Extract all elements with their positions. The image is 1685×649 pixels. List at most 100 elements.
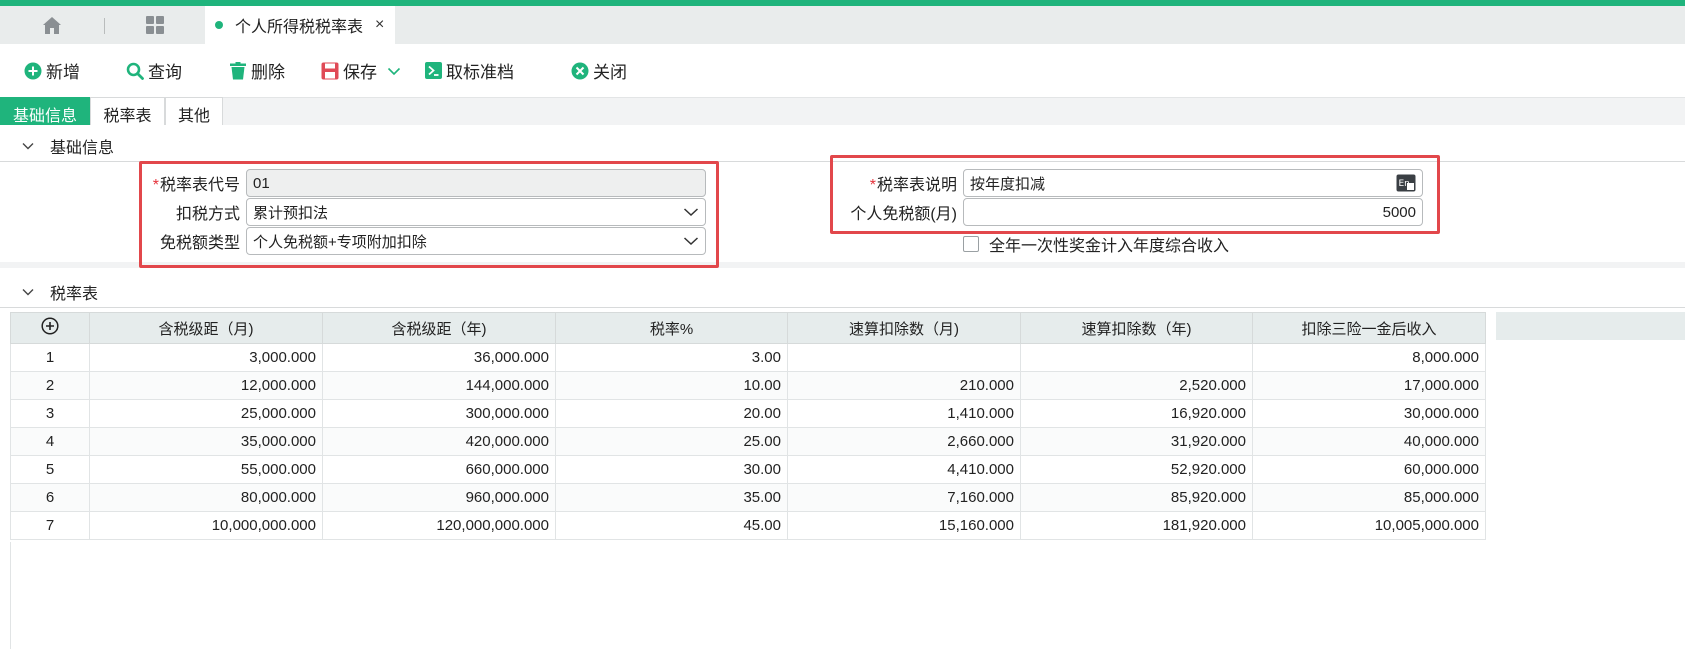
table-cell[interactable]: 40,000.000 bbox=[1252, 427, 1486, 456]
toolbar: 新增 查询 删除 保存 取标准档 关闭 bbox=[0, 44, 1685, 98]
table-cell[interactable]: 144,000.000 bbox=[322, 371, 556, 400]
row-index-cell: 4 bbox=[10, 427, 90, 456]
table-cell[interactable]: 31,920.000 bbox=[1020, 427, 1253, 456]
table-cell[interactable] bbox=[787, 343, 1021, 372]
add-label: 新增 bbox=[46, 63, 80, 82]
delete-label: 删除 bbox=[251, 63, 285, 82]
bonus-checkbox-row: 全年一次性奖金计入年度综合收入 bbox=[963, 232, 1229, 256]
column-header: 速算扣除数（月) bbox=[787, 312, 1021, 344]
table-cell[interactable]: 36,000.000 bbox=[322, 343, 556, 372]
rate-table: 含税级距（月) 含税级距（年) 税率% 速算扣除数（月) 速算扣除数（年) 扣除… bbox=[10, 312, 1486, 540]
tab-tax-rate-table[interactable]: 个人所得税税率表 × bbox=[205, 6, 395, 44]
table-cell[interactable]: 960,000.000 bbox=[322, 483, 556, 512]
close-tab-icon[interactable]: × bbox=[375, 16, 384, 34]
table-row[interactable]: 3 25,000.000 300,000.000 20.00 1,410.000 16,9… bbox=[10, 399, 1486, 428]
table-cell[interactable] bbox=[1020, 343, 1253, 372]
table-row[interactable]: 6 80,000.000 960,000.000 35.00 7,160.000 85,9… bbox=[10, 483, 1486, 512]
table-cell[interactable]: 35,000.000 bbox=[89, 427, 323, 456]
table-cell[interactable]: 30.00 bbox=[555, 455, 788, 484]
table-cell[interactable]: 45.00 bbox=[555, 511, 788, 540]
chevron-down-icon bbox=[22, 143, 34, 150]
table-cell[interactable]: 2,660.000 bbox=[787, 427, 1021, 456]
terminal-icon bbox=[425, 62, 442, 79]
add-row-button[interactable] bbox=[10, 312, 90, 344]
table-header-row: 含税级距（月) 含税级距（年) 税率% 速算扣除数（月) 速算扣除数（年) 扣除… bbox=[10, 312, 1486, 344]
table-cell[interactable]: 3.00 bbox=[555, 343, 788, 372]
table-cell[interactable]: 17,000.000 bbox=[1252, 371, 1486, 400]
section-title: 税率表 bbox=[50, 286, 99, 303]
plus-circle-icon bbox=[24, 62, 42, 79]
table-cell[interactable]: 7,160.000 bbox=[787, 483, 1021, 512]
tab-bar: 个人所得税税率表 × bbox=[0, 6, 1685, 44]
close-label: 关闭 bbox=[593, 63, 627, 82]
table-row[interactable]: 7 10,000,000.000 120,000,000.000 45.00 15,16… bbox=[10, 511, 1486, 540]
row-index-cell: 1 bbox=[10, 343, 90, 372]
table-cell[interactable]: 2,520.000 bbox=[1020, 371, 1253, 400]
table-cell[interactable]: 10,000,000.000 bbox=[89, 511, 323, 540]
table-cell[interactable]: 16,920.000 bbox=[1020, 399, 1253, 428]
unstandard-button[interactable]: 取标准档 bbox=[425, 44, 514, 97]
table-cell[interactable]: 10.00 bbox=[555, 371, 788, 400]
row-index-cell: 3 bbox=[10, 399, 90, 428]
close-button[interactable]: 关闭 bbox=[571, 44, 627, 97]
table-cell[interactable]: 8,000.000 bbox=[1252, 343, 1486, 372]
table-row[interactable]: 2 12,000.000 144,000.000 10.00 210.000 2,520.… bbox=[10, 371, 1486, 400]
table-cell[interactable]: 660,000.000 bbox=[322, 455, 556, 484]
row-index-cell: 5 bbox=[10, 455, 90, 484]
table-row[interactable]: 5 55,000.000 660,000.000 30.00 4,410.000 52,9… bbox=[10, 455, 1486, 484]
table-cell[interactable]: 420,000.000 bbox=[322, 427, 556, 456]
table-cell[interactable]: 120,000,000.000 bbox=[322, 511, 556, 540]
table-cell[interactable]: 52,920.000 bbox=[1020, 455, 1253, 484]
home-tab[interactable] bbox=[0, 6, 104, 44]
table-cell[interactable]: 55,000.000 bbox=[89, 455, 323, 484]
table-row[interactable]: 4 35,000.000 420,000.000 25.00 2,660.000 31,9… bbox=[10, 427, 1486, 456]
table-cell[interactable]: 12,000.000 bbox=[89, 371, 323, 400]
table-cell[interactable]: 15,160.000 bbox=[787, 511, 1021, 540]
table-cell[interactable]: 80,000.000 bbox=[89, 483, 323, 512]
table-row[interactable]: 1 3,000.000 36,000.000 3.00 8,000.000 bbox=[10, 343, 1486, 372]
query-label: 查询 bbox=[148, 63, 182, 82]
save-icon bbox=[321, 62, 339, 79]
plus-circle-icon bbox=[41, 317, 59, 335]
table-cell[interactable]: 85,000.000 bbox=[1252, 483, 1486, 512]
grid-header-filler bbox=[1496, 312, 1685, 340]
table-cell[interactable]: 25.00 bbox=[555, 427, 788, 456]
table-cell[interactable]: 60,000.000 bbox=[1252, 455, 1486, 484]
basic-info-header[interactable]: 基础信息 bbox=[22, 134, 114, 158]
save-button[interactable]: 保存 bbox=[321, 44, 377, 97]
table-cell[interactable]: 25,000.000 bbox=[89, 399, 323, 428]
section-title: 基础信息 bbox=[50, 140, 115, 157]
table-cell[interactable]: 30,000.000 bbox=[1252, 399, 1486, 428]
table-cell[interactable]: 3,000.000 bbox=[89, 343, 323, 372]
table-cell[interactable]: 4,410.000 bbox=[787, 455, 1021, 484]
bonus-checkbox-label: 全年一次性奖金计入年度综合收入 bbox=[989, 238, 1230, 255]
apps-grid-icon bbox=[146, 16, 164, 34]
query-button[interactable]: 查询 bbox=[126, 44, 182, 97]
table-cell[interactable]: 35.00 bbox=[555, 483, 788, 512]
table-cell[interactable]: 181,920.000 bbox=[1020, 511, 1253, 540]
table-cell[interactable]: 85,920.000 bbox=[1020, 483, 1253, 512]
basic-info-panel: 基础信息 *税率表代号 01 扣税方式 累计预扣法 免税额类型 个人免税额+专项… bbox=[0, 125, 1685, 268]
table-cell[interactable]: 1,410.000 bbox=[787, 399, 1021, 428]
grid-left-border bbox=[10, 542, 11, 649]
save-dropdown-button[interactable] bbox=[387, 44, 405, 97]
delete-button[interactable]: 删除 bbox=[229, 44, 285, 97]
table-cell[interactable]: 10,005,000.000 bbox=[1252, 511, 1486, 540]
highlight-box-left bbox=[139, 161, 719, 268]
active-dot-icon bbox=[215, 21, 223, 29]
home-icon bbox=[43, 16, 61, 34]
rate-table-header[interactable]: 税率表 bbox=[22, 280, 98, 304]
bonus-checkbox[interactable] bbox=[963, 236, 979, 252]
apps-tab[interactable] bbox=[105, 6, 205, 44]
section-divider bbox=[0, 307, 1685, 308]
add-button[interactable]: 新增 bbox=[24, 44, 80, 97]
column-header: 税率% bbox=[555, 312, 788, 344]
table-cell[interactable]: 20.00 bbox=[555, 399, 788, 428]
chevron-down-icon bbox=[22, 289, 34, 296]
tab-title: 个人所得税税率表 bbox=[235, 19, 364, 36]
column-header: 扣除三险一金后收入 bbox=[1252, 312, 1486, 344]
save-label: 保存 bbox=[343, 63, 377, 82]
row-index-cell: 6 bbox=[10, 483, 90, 512]
table-cell[interactable]: 300,000.000 bbox=[322, 399, 556, 428]
table-cell[interactable]: 210.000 bbox=[787, 371, 1021, 400]
